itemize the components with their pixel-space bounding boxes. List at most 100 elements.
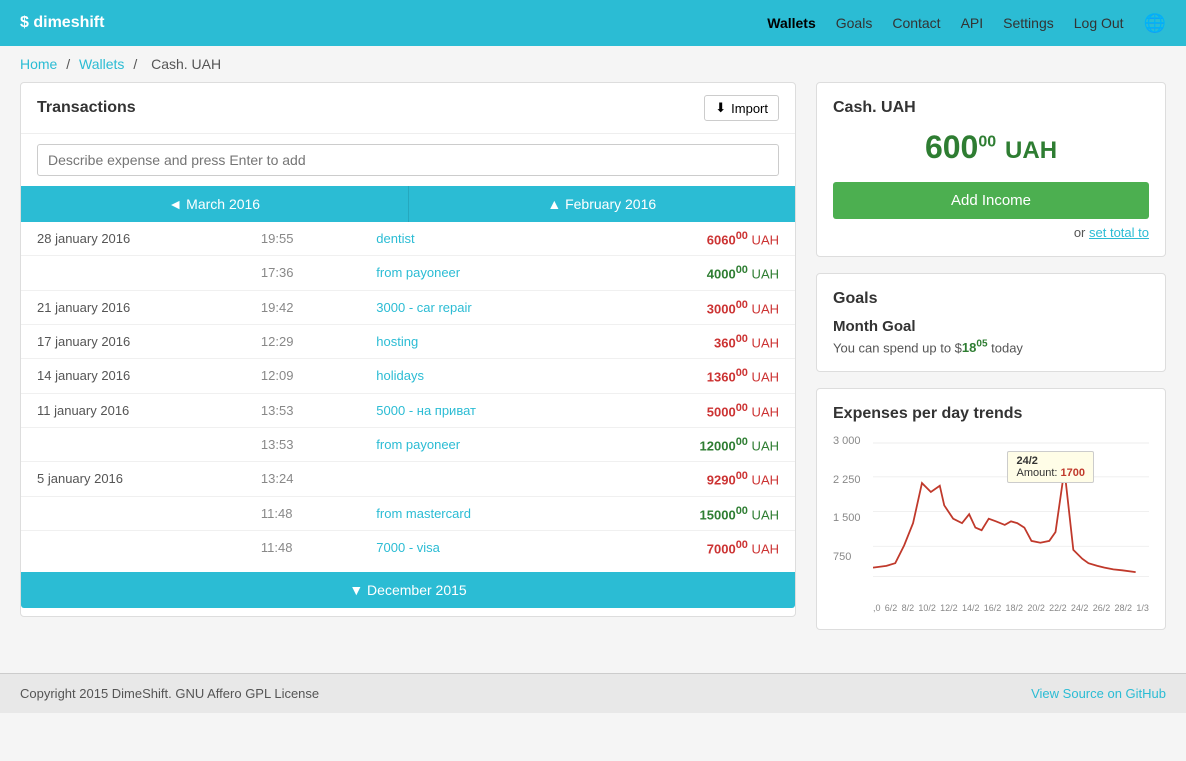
chart-area: 3 000 2 250 1 500 750 (833, 433, 1149, 613)
add-income-button[interactable]: Add Income (833, 182, 1149, 219)
trans-time: 12:09 (245, 359, 360, 393)
trans-date (21, 256, 245, 290)
nav-api[interactable]: API (961, 15, 984, 31)
import-button[interactable]: ⬇ Import (704, 95, 779, 121)
import-icon: ⬇ (715, 100, 726, 116)
nav-contact[interactable]: Contact (892, 15, 940, 31)
x-labels: ,0 6/2 8/2 10/2 12/2 14/2 16/2 18/2 20/2… (873, 603, 1149, 613)
trans-amount: 700000 UAH (596, 530, 795, 564)
table-row: 17:36 from payoneer 400000 UAH (21, 256, 795, 290)
y-label-3000: 3 000 (833, 435, 871, 447)
trans-time: 11:48 (245, 496, 360, 530)
trans-amount: 500000 UAH (596, 393, 795, 427)
chart-tooltip: 24/2 Amount: 1700 (1007, 451, 1094, 483)
nav-logout[interactable]: Log Out (1074, 15, 1124, 31)
nav-settings[interactable]: Settings (1003, 15, 1054, 31)
trans-desc[interactable]: from payoneer (360, 256, 595, 290)
goals-title: Goals (833, 290, 1149, 308)
y-label-2250: 2 250 (833, 474, 871, 486)
trans-date: 11 january 2016 (21, 393, 245, 427)
trans-time: 11:48 (245, 530, 360, 564)
trans-time: 13:53 (245, 393, 360, 427)
transactions-title: Transactions (37, 99, 136, 117)
wallet-panel: Cash. UAH 60000 UAH Add Income or set to… (816, 82, 1166, 257)
table-row: 11:48 7000 - visa 700000 UAH (21, 530, 795, 564)
trans-date (21, 427, 245, 461)
header: $ dimeshift Wallets Goals Contact API Se… (0, 0, 1186, 46)
trans-desc[interactable]: hosting (360, 324, 595, 358)
month-navigation: ◄ March 2016 ▲ February 2016 (21, 186, 795, 222)
trans-desc[interactable]: 3000 - car repair (360, 290, 595, 324)
set-total-row: or set total to (833, 225, 1149, 240)
table-row: 17 january 2016 12:29 hosting 36000 UAH (21, 324, 795, 358)
tooltip-amount: Amount: 1700 (1016, 467, 1085, 479)
nav-goals[interactable]: Goals (836, 15, 873, 31)
trans-amount: 36000 UAH (596, 324, 795, 358)
right-column: Cash. UAH 60000 UAH Add Income or set to… (816, 82, 1166, 633)
left-column: Transactions ⬇ Import ◄ March 2016 ▲ Feb… (20, 82, 796, 633)
transactions-header: Transactions ⬇ Import (21, 83, 795, 134)
table-row: 5 january 2016 13:24 929000 UAH (21, 462, 795, 496)
trans-desc[interactable]: 7000 - visa (360, 530, 595, 564)
search-input[interactable] (37, 144, 779, 176)
set-total-link[interactable]: set total to (1089, 225, 1149, 240)
footer-copyright: Copyright 2015 DimeShift. GNU Affero GPL… (20, 686, 319, 701)
trans-desc[interactable]: dentist (360, 222, 595, 256)
trans-date: 28 january 2016 (21, 222, 245, 256)
breadcrumb-wallets[interactable]: Wallets (79, 56, 124, 72)
dec-month-button[interactable]: ▼ December 2015 (21, 572, 795, 608)
trans-desc[interactable]: from mastercard (360, 496, 595, 530)
trans-amount: 1200000 UAH (596, 427, 795, 461)
trans-time: 19:42 (245, 290, 360, 324)
wallet-balance: 60000 UAH (833, 129, 1149, 166)
table-row: 11:48 from mastercard 1500000 UAH (21, 496, 795, 530)
balance-whole: 60000 UAH (925, 129, 1057, 165)
y-label-1500: 1 500 (833, 512, 871, 524)
import-label: Import (731, 101, 768, 116)
trans-time: 13:53 (245, 427, 360, 461)
trans-amount: 400000 UAH (596, 256, 795, 290)
globe-icon[interactable]: 🌐 (1144, 13, 1166, 34)
main-content: Transactions ⬇ Import ◄ March 2016 ▲ Feb… (0, 82, 1186, 653)
trans-desc[interactable]: 5000 - на приват (360, 393, 595, 427)
goals-panel: Goals Month Goal You can spend up to $18… (816, 273, 1166, 372)
search-area (21, 134, 795, 186)
trans-amount: 1500000 UAH (596, 496, 795, 530)
footer-github-link[interactable]: View Source on GitHub (1031, 686, 1166, 701)
transactions-panel: Transactions ⬇ Import ◄ March 2016 ▲ Feb… (20, 82, 796, 617)
trans-desc[interactable]: holidays (360, 359, 595, 393)
footer: Copyright 2015 DimeShift. GNU Affero GPL… (0, 673, 1186, 713)
nav-wallets[interactable]: Wallets (767, 15, 816, 31)
trans-desc[interactable]: from payoneer (360, 427, 595, 461)
dec-btn-row: ▼ December 2015 (21, 564, 795, 616)
next-month-button[interactable]: ▲ February 2016 (409, 186, 796, 222)
trans-date (21, 530, 245, 564)
tooltip-date: 24/2 (1016, 455, 1085, 467)
trans-amount: 300000 UAH (596, 290, 795, 324)
trans-date: 5 january 2016 (21, 462, 245, 496)
table-row: 14 january 2016 12:09 holidays 136000 UA… (21, 359, 795, 393)
table-row: 11 january 2016 13:53 5000 - на приват 5… (21, 393, 795, 427)
breadcrumb-current: Cash. UAH (151, 56, 221, 72)
trans-amount: 606000 UAH (596, 222, 795, 256)
trans-time: 19:55 (245, 222, 360, 256)
brand[interactable]: $ dimeshift (20, 14, 104, 32)
chart-title: Expenses per day trends (833, 405, 1149, 423)
trans-date: 14 january 2016 (21, 359, 245, 393)
transactions-table: 28 january 2016 19:55 dentist 606000 UAH… (21, 222, 795, 564)
chart-panel: Expenses per day trends 3 000 2 250 1 50… (816, 388, 1166, 630)
trans-amount: 929000 UAH (596, 462, 795, 496)
table-row: 13:53 from payoneer 1200000 UAH (21, 427, 795, 461)
prev-month-button[interactable]: ◄ March 2016 (21, 186, 409, 222)
month-goal-title: Month Goal (833, 318, 1149, 335)
month-goal-desc: You can spend up to $1805 today (833, 339, 1149, 355)
trans-date: 17 january 2016 (21, 324, 245, 358)
brand-label: $ dimeshift (20, 14, 104, 32)
wallet-title: Cash. UAH (833, 99, 1149, 117)
breadcrumb-home[interactable]: Home (20, 56, 57, 72)
trans-desc[interactable] (360, 462, 595, 496)
table-row: 21 january 2016 19:42 3000 - car repair … (21, 290, 795, 324)
trans-time: 17:36 (245, 256, 360, 290)
trans-date: 21 january 2016 (21, 290, 245, 324)
trans-date (21, 496, 245, 530)
